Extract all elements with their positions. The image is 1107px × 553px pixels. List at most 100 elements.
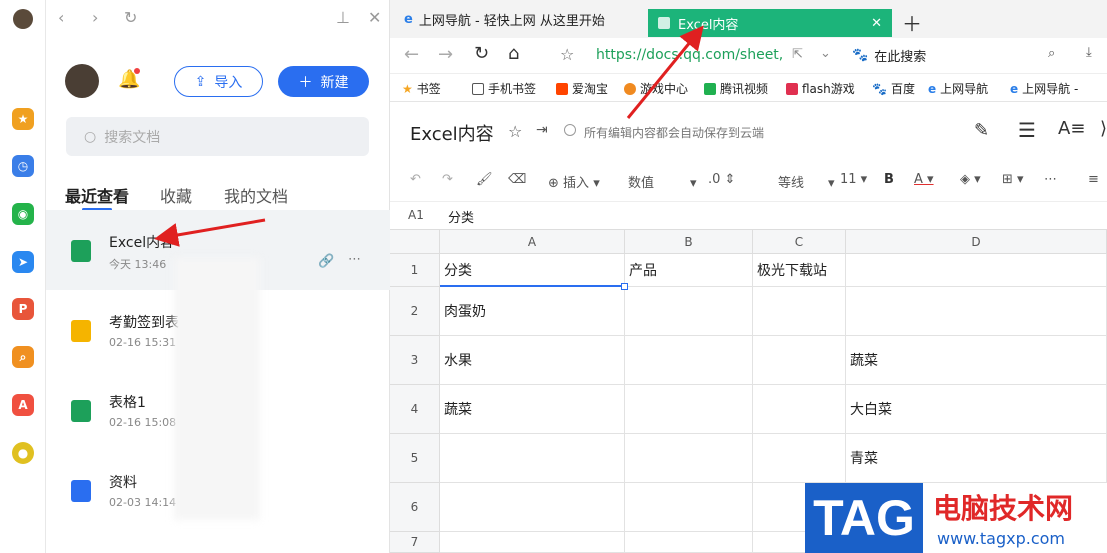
refresh-icon[interactable]: ↻ [124, 8, 137, 27]
fruit-icon[interactable]: ● [12, 442, 34, 464]
wechat-icon[interactable]: ◉ [12, 203, 34, 225]
cell-d2[interactable] [846, 287, 1107, 336]
browser-tab-active[interactable]: Excel内容 ✕ [648, 9, 892, 37]
redo-icon[interactable]: ↷ [442, 172, 453, 187]
forward-icon[interactable]: → [438, 44, 453, 65]
cell-b1[interactable]: 产品 [625, 254, 753, 287]
download-icon[interactable]: ⤓ [1086, 45, 1092, 60]
border-icon[interactable]: ⊞ ▾ [1002, 172, 1024, 187]
column-header-d[interactable]: D [846, 230, 1107, 254]
column-header-a[interactable]: A [440, 230, 625, 254]
back-icon[interactable]: ← [404, 44, 419, 65]
align-icon[interactable]: ≡ [1088, 172, 1099, 187]
bookmark-item[interactable]: e 上网导航 - [1010, 80, 1078, 97]
close-icon[interactable]: ✕ [368, 8, 381, 27]
row-header[interactable]: 7 [390, 532, 440, 553]
refresh-icon[interactable]: ↻ [474, 43, 489, 64]
bookmark-item[interactable]: flash游戏 [786, 80, 855, 97]
browser-tab[interactable]: e 上网导航 - 轻快上网 从这里开始 [404, 10, 605, 29]
search-engine[interactable]: 🐾 在此搜索 [852, 46, 926, 65]
cell-b2[interactable] [625, 287, 753, 336]
bold-button[interactable]: B [884, 172, 894, 187]
column-header-b[interactable]: B [625, 230, 753, 254]
star-icon[interactable]: ☆ [560, 45, 574, 64]
link-icon[interactable]: 🔗 [318, 254, 334, 269]
new-button[interactable]: ＋ 新建 [278, 66, 369, 97]
row-header[interactable]: 3 [390, 336, 440, 385]
bookmark-item[interactable]: 腾讯视频 [704, 80, 768, 97]
cell-c3[interactable] [753, 336, 846, 385]
format-painter-icon[interactable]: 🖌 [476, 172, 493, 187]
cell-c4[interactable] [753, 385, 846, 434]
star-icon[interactable]: ☆ [508, 122, 522, 141]
column-header-c[interactable]: C [753, 230, 846, 254]
menu-icon[interactable]: ☰ [1018, 118, 1036, 142]
home-icon[interactable]: ⌂ [508, 43, 519, 64]
chevron-down-icon[interactable]: ⌄ [820, 46, 831, 61]
number-format-select[interactable]: 数值 ▾ [628, 172, 697, 191]
history-icon[interactable]: ◷ [12, 155, 34, 177]
new-tab-icon[interactable]: ＋ [902, 8, 922, 37]
text-format-icon[interactable]: A≡ [1058, 118, 1085, 139]
decimal-stepper[interactable]: .0 ⇕ [708, 172, 735, 187]
cell-b3[interactable] [625, 336, 753, 385]
cell-d4[interactable]: 大白菜 [846, 385, 1107, 434]
row-header[interactable]: 2 [390, 287, 440, 336]
pin-icon[interactable]: ⊥ [336, 8, 350, 27]
share-icon[interactable]: ⇱ [792, 47, 803, 62]
selection-handle[interactable] [621, 283, 628, 290]
row-header[interactable]: 4 [390, 385, 440, 434]
tab-my-docs[interactable]: 我的文档 [224, 183, 288, 207]
cell-c2[interactable] [753, 287, 846, 336]
pdf-icon[interactable]: P [12, 298, 34, 320]
move-icon[interactable]: ⇥ [536, 122, 548, 138]
cell-b7[interactable] [625, 532, 753, 553]
undo-icon[interactable]: ↶ [410, 172, 421, 187]
search-input[interactable]: ○ 搜索文档 [66, 117, 369, 156]
cell-a2[interactable]: 肉蛋奶 [440, 287, 625, 336]
cell-a5[interactable] [440, 434, 625, 483]
tab-recent[interactable]: 最近查看 [65, 183, 129, 207]
cell-c1[interactable]: 极光下载站 [753, 254, 846, 287]
search-icon[interactable]: ⌕ [1048, 46, 1055, 61]
cell-d5[interactable]: 青菜 [846, 434, 1107, 483]
user-avatar[interactable] [13, 9, 33, 29]
cell-a7[interactable] [440, 532, 625, 553]
bookmark-item[interactable]: 爱淘宝 [556, 80, 608, 97]
corner-cell[interactable] [390, 230, 440, 254]
close-tab-icon[interactable]: ✕ [871, 16, 882, 31]
bookmark-item[interactable]: e 上网导航 [928, 80, 988, 97]
formula-input[interactable]: 分类 [448, 207, 474, 226]
forward-icon[interactable]: › [92, 8, 98, 27]
bookmark-item[interactable]: 游戏中心 [624, 80, 688, 97]
row-header[interactable]: 5 [390, 434, 440, 483]
url-field[interactable]: https://docs.qq.com/sheet, [596, 47, 783, 63]
profile-avatar[interactable] [65, 64, 99, 98]
cell-d3[interactable]: 蔬菜 [846, 336, 1107, 385]
font-size-select[interactable]: 11 ▾ [840, 172, 867, 187]
cell-c5[interactable] [753, 434, 846, 483]
insert-button[interactable]: ⊕ 插入 ▾ [548, 172, 600, 191]
more-icon[interactable]: ⋯ [1044, 172, 1057, 187]
bookmark-item[interactable]: ★ 书签 [402, 80, 441, 97]
doc-title[interactable]: Excel内容 [410, 120, 494, 146]
font-select[interactable]: 等线 ▾ [778, 172, 835, 191]
tab-favorites[interactable]: 收藏 [160, 183, 192, 207]
cell-b5[interactable] [625, 434, 753, 483]
eraser-icon[interactable]: ⌫ [508, 172, 526, 187]
cell-a1[interactable]: 分类 [440, 254, 625, 287]
cell-b4[interactable] [625, 385, 753, 434]
expand-icon[interactable]: ⟩ [1100, 118, 1107, 139]
back-icon[interactable]: ‹ [58, 8, 64, 27]
translate-icon[interactable]: A [12, 394, 34, 416]
cell-d1[interactable] [846, 254, 1107, 287]
cell-b6[interactable] [625, 483, 753, 532]
cell-a4[interactable]: 蔬菜 [440, 385, 625, 434]
import-button[interactable]: ⇪ 导入 [174, 66, 263, 97]
row-header[interactable]: 1 [390, 254, 440, 287]
font-color-icon[interactable]: A ▾ [914, 172, 934, 187]
row-header[interactable]: 6 [390, 483, 440, 532]
edit-icon[interactable]: ✎ [974, 120, 989, 141]
fill-color-icon[interactable]: ◈ ▾ [960, 172, 981, 187]
cell-a6[interactable] [440, 483, 625, 532]
